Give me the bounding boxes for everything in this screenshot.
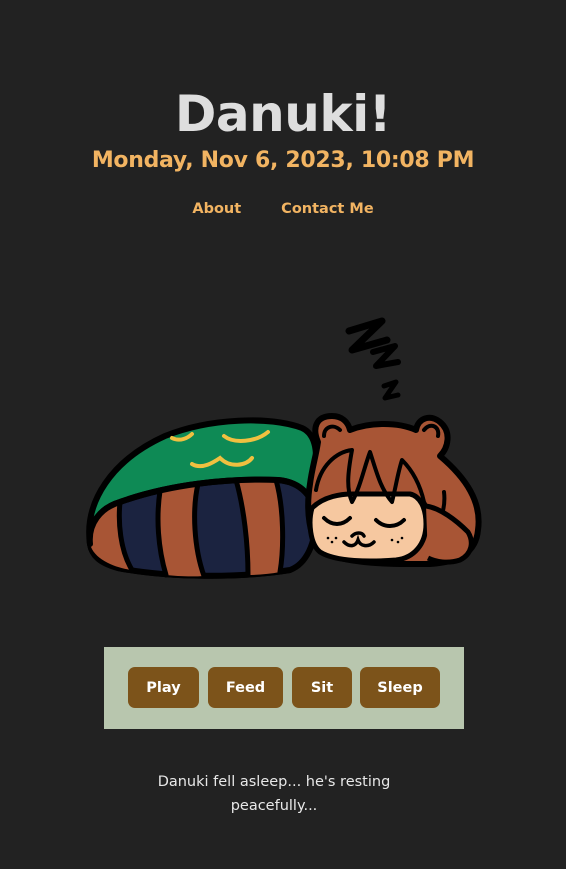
status-message: Danuki fell asleep... he's resting peace… (157, 774, 391, 814)
pet-controls: Play Feed Sit Sleep (104, 647, 464, 729)
sleeping-raccoon-icon (86, 317, 482, 579)
play-button[interactable]: Play (128, 667, 199, 708)
zzz-icon (345, 317, 401, 401)
nav-link-about[interactable]: About (192, 198, 241, 220)
sit-button[interactable]: Sit (292, 667, 352, 708)
current-datetime: Monday, Nov 6, 2023, 10:08 PM (91, 148, 475, 173)
nav-link-contact[interactable]: Contact Me (281, 198, 373, 220)
sleep-button[interactable]: Sleep (360, 667, 440, 708)
main-nav: About Contact Me (0, 198, 566, 220)
pet-display (80, 312, 490, 582)
page-title: Danuki! (174, 84, 392, 143)
feed-button[interactable]: Feed (208, 667, 283, 708)
